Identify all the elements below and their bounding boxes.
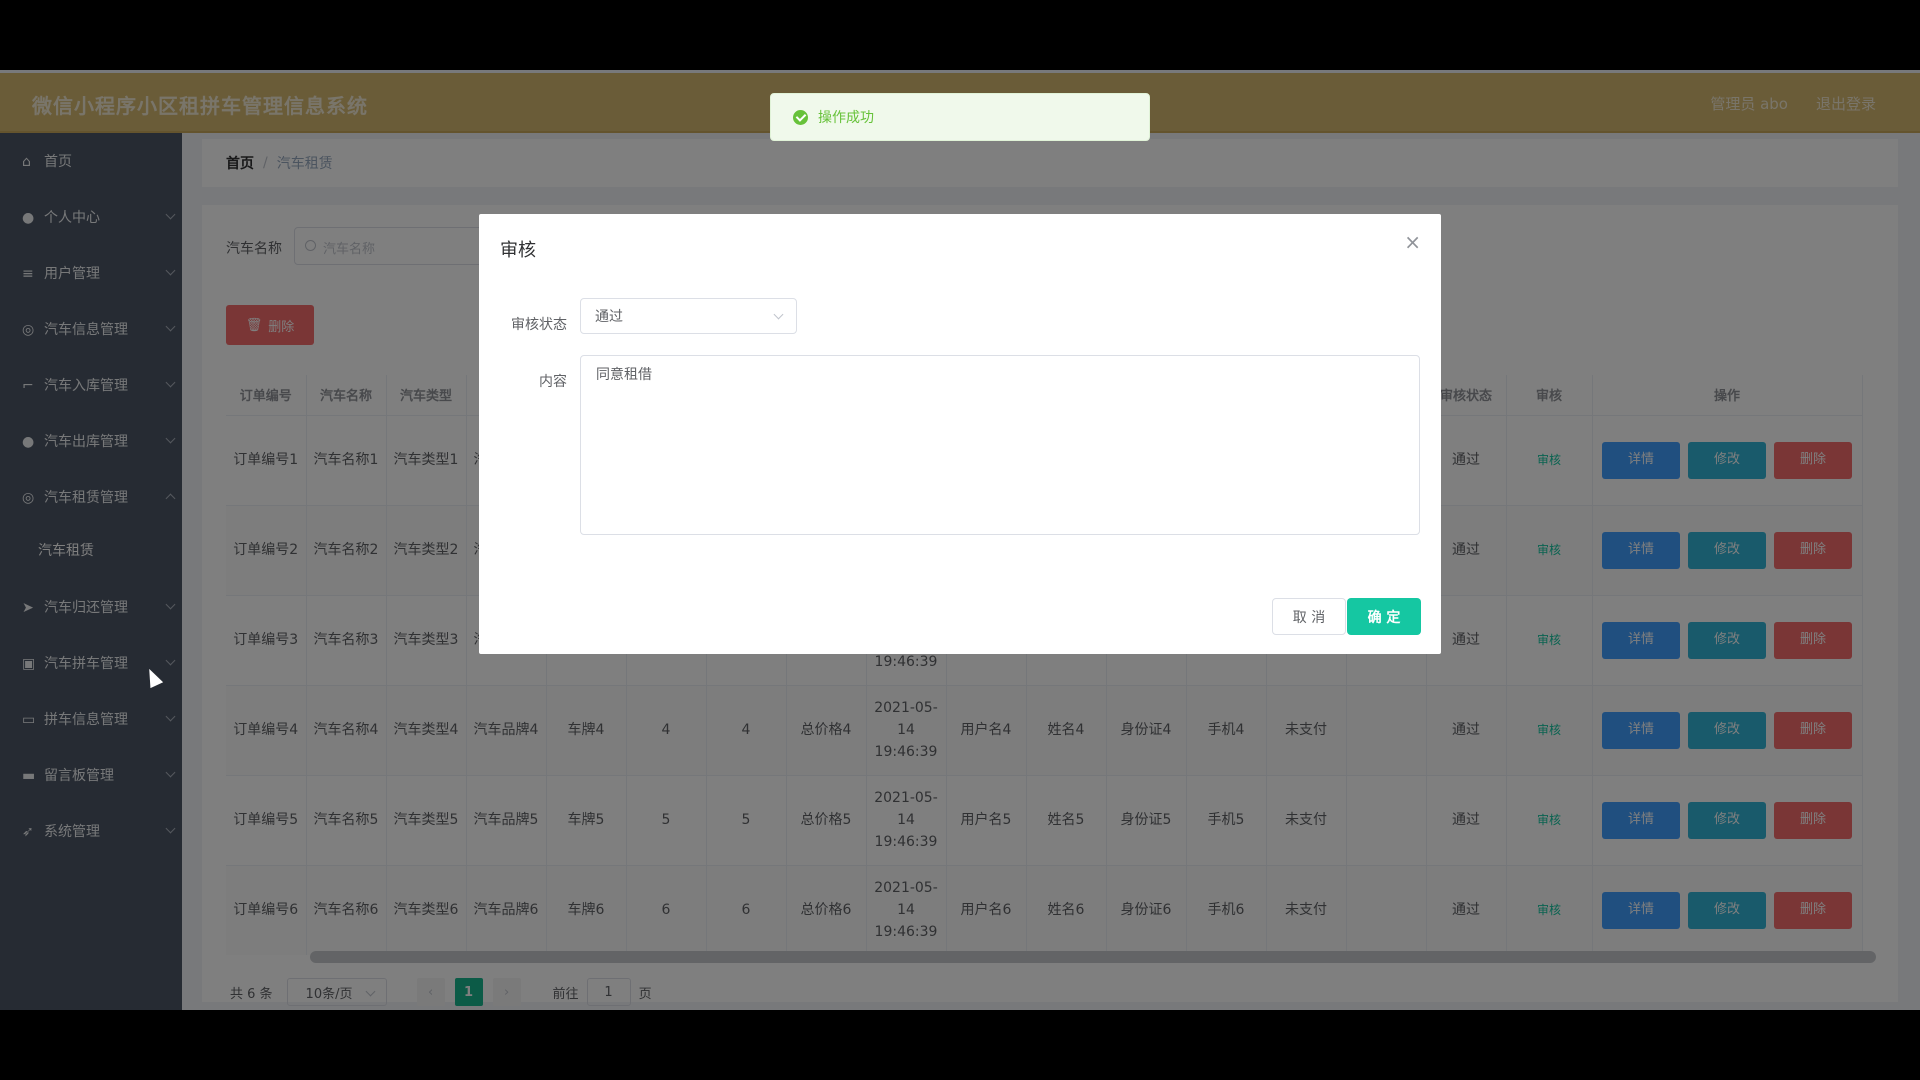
confirm-button[interactable]: 确 定 [1347, 598, 1421, 635]
success-toast: 操作成功 [770, 93, 1150, 141]
toast-message: 操作成功 [818, 110, 874, 126]
status-label: 审核状态 [511, 317, 567, 333]
dialog-title: 审核 [500, 240, 536, 261]
content-textarea[interactable]: 同意租借 [580, 355, 1420, 535]
app-screen: 微信小程序小区租拼车管理信息系统 管理员 abo 退出登录 ⌂首页 ●个人中心 … [0, 70, 1920, 1010]
chevron-down-icon [773, 309, 784, 320]
cancel-button[interactable]: 取 消 [1272, 598, 1346, 635]
success-check-icon [793, 109, 808, 125]
audit-dialog: 审核 × 审核状态 通过 内容 同意租借 取 消 确 定 [479, 214, 1441, 654]
status-select-value: 通过 [595, 309, 623, 325]
status-select[interactable]: 通过 [580, 298, 797, 334]
content-label: 内容 [539, 374, 567, 390]
close-icon[interactable]: × [1404, 230, 1421, 254]
